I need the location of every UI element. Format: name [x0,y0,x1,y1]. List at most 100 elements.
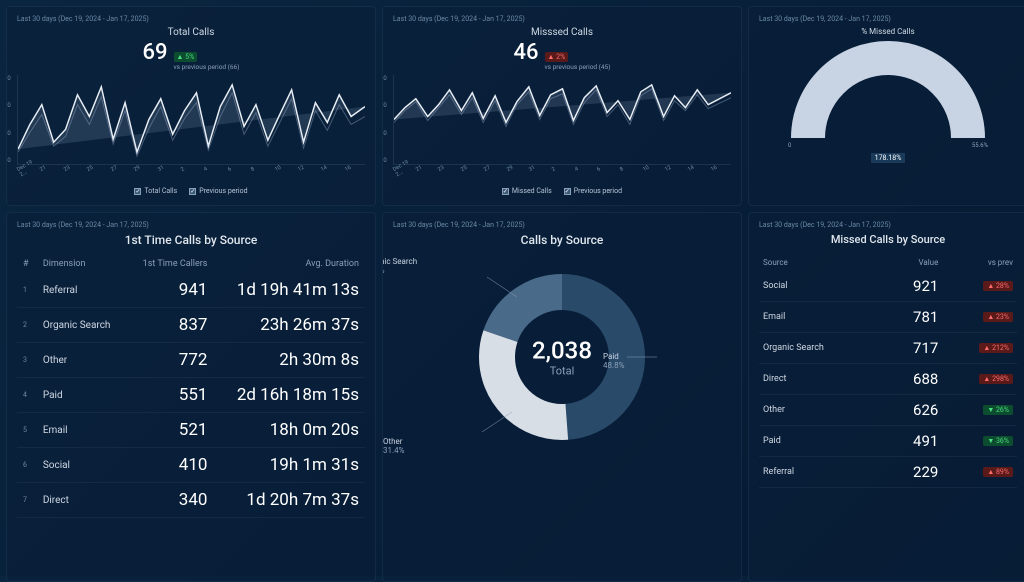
legend-previous-period[interactable]: Previous period [189,187,247,195]
panel-title: Missed Calls by Source [759,233,1017,246]
row-delta: ▲ 298% [942,364,1017,395]
first-time-calls-panel: Last 30 days (Dec 19, 2024 - Jan 17, 202… [6,212,376,582]
row-callers: 410 [127,448,214,483]
change-badge: ▲ 2% [545,52,569,62]
row-source: Organic Search [759,333,883,364]
legend-total-calls[interactable]: Total Calls [134,187,177,195]
missed-calls-panel: Last 30 days (Dec 19, 2024 - Jan 17, 202… [382,6,742,206]
segment-other-pct: 31.4% [383,446,404,455]
row-index: 7 [17,483,37,518]
table-row[interactable]: 4Paid5512d 16h 18m 15s [17,378,365,413]
legend-missed-calls[interactable]: Missed Calls [502,187,552,195]
col-source: Source [759,254,883,271]
missed-by-source-panel: Last 30 days (Dec 19, 2024 - Jan 17, 202… [748,212,1024,582]
row-duration: 2d 16h 18m 15s [213,378,365,413]
col-num: # [17,255,37,273]
segment-organic-name: Organic Search [382,257,417,266]
date-range: Last 30 days (Dec 19, 2024 - Jan 17, 202… [393,221,731,229]
row-dimension: Social [37,448,127,483]
table-row[interactable]: Referral229▲ 89% [759,457,1017,488]
donut-total: 2,038 [532,337,592,365]
row-dimension: Paid [37,378,127,413]
gauge-min: 0 [788,142,791,149]
date-range: Last 30 days (Dec 19, 2024 - Jan 17, 202… [393,15,731,23]
date-range: Last 30 days (Dec 19, 2024 - Jan 17, 202… [17,15,365,23]
table-row[interactable]: 2Organic Search83723h 26m 37s [17,308,365,343]
row-source: Paid [759,426,883,457]
table-row[interactable]: 5Email52118h 0m 20s [17,413,365,448]
row-index: 6 [17,448,37,483]
table-row[interactable]: Other626▼ 26% [759,395,1017,426]
table-row[interactable]: Email781▲ 23% [759,302,1017,333]
prev-period-text: vs previous period (45) [545,63,611,71]
col-value: Value [883,254,943,271]
row-duration: 2h 30m 8s [213,343,365,378]
row-source: Social [759,271,883,302]
panel-title: % Missed Calls [759,27,1017,36]
row-value: 921 [883,271,943,302]
row-callers: 837 [127,308,214,343]
missed-calls-chart: 6040200 [393,75,731,165]
row-index: 1 [17,273,37,308]
total-calls-value: 69 [143,40,168,65]
calls-by-source-panel: Last 30 days (Dec 19, 2024 - Jan 17, 202… [382,212,742,582]
gauge-max: 55.6% [972,142,988,149]
row-value: 688 [883,364,943,395]
row-callers: 551 [127,378,214,413]
row-callers: 521 [127,413,214,448]
row-duration: 1d 19h 41m 13s [213,273,365,308]
panel-title: 1st Time Calls by Source [17,233,365,247]
total-calls-chart: 80706050 [17,75,365,165]
first-time-table: # Dimension 1st Time Callers Avg. Durati… [17,255,365,518]
row-delta: ▲ 212% [942,333,1017,364]
table-row[interactable]: 3Other7722h 30m 8s [17,343,365,378]
row-dimension: Direct [37,483,127,518]
table-row[interactable]: Social921▲ 28% [759,271,1017,302]
date-range: Last 30 days (Dec 19, 2024 - Jan 17, 202… [17,221,365,229]
donut-chart: 2,038 Total Paid 48.8% Other 31.4% Organ… [393,257,731,457]
gauge-value: 178.18% [871,153,906,163]
row-source: Other [759,395,883,426]
table-row[interactable]: 6Social41019h 1m 31s [17,448,365,483]
col-callers: 1st Time Callers [127,255,214,273]
row-dimension: Organic Search [37,308,127,343]
segment-other-name: Other [383,437,404,446]
row-duration: 19h 1m 31s [213,448,365,483]
table-row[interactable]: Direct688▲ 298% [759,364,1017,395]
row-delta: ▼ 36% [942,426,1017,457]
row-index: 3 [17,343,37,378]
row-value: 717 [883,333,943,364]
row-source: Email [759,302,883,333]
row-duration: 1d 20h 7m 37s [213,483,365,518]
table-row[interactable]: 7Direct3401d 20h 7m 37s [17,483,365,518]
row-duration: 23h 26m 37s [213,308,365,343]
row-delta: ▲ 28% [942,271,1017,302]
date-range: Last 30 days (Dec 19, 2024 - Jan 17, 202… [759,15,1017,23]
row-delta: ▲ 23% [942,302,1017,333]
panel-title: Misssed Calls [393,27,731,38]
col-dimension: Dimension [37,255,127,273]
missed-by-source-table: Source Value vs prev Social921▲ 28%Email… [759,254,1017,488]
row-value: 626 [883,395,943,426]
table-row[interactable]: Paid491▼ 36% [759,426,1017,457]
row-callers: 941 [127,273,214,308]
row-source: Direct [759,364,883,395]
row-source: Referral [759,457,883,488]
change-badge: ▲ 5% [174,52,198,62]
row-duration: 18h 0m 20s [213,413,365,448]
date-range: Last 30 days (Dec 19, 2024 - Jan 17, 202… [759,221,1017,229]
row-dimension: Email [37,413,127,448]
row-dimension: Referral [37,273,127,308]
table-row[interactable]: 1Referral9411d 19h 41m 13s [17,273,365,308]
panel-title: Calls by Source [393,233,731,247]
row-value: 781 [883,302,943,333]
legend-previous-period[interactable]: Previous period [564,187,622,195]
row-dimension: Other [37,343,127,378]
segment-paid-pct: 48.8% [603,361,624,370]
table-row[interactable]: Organic Search717▲ 212% [759,333,1017,364]
gauge-chart [788,38,988,148]
total-calls-panel: Last 30 days (Dec 19, 2024 - Jan 17, 202… [6,6,376,206]
row-value: 229 [883,457,943,488]
row-delta: ▼ 26% [942,395,1017,426]
col-duration: Avg. Duration [213,255,365,273]
